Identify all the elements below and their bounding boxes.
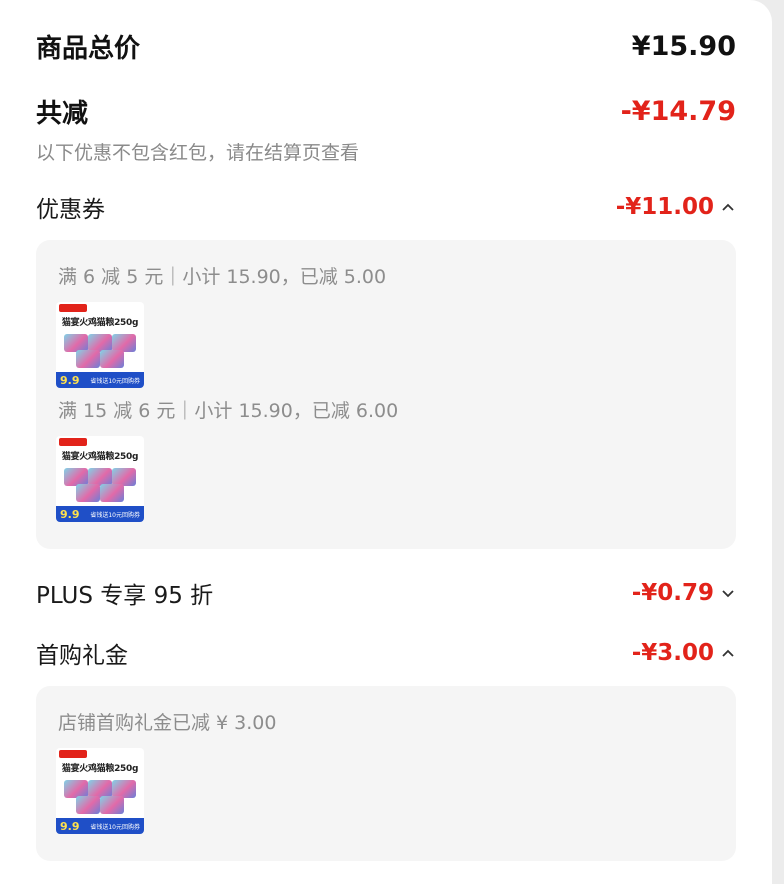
plus-amount-toggle[interactable]: -¥0.79 (632, 580, 736, 606)
chevron-down-icon[interactable] (720, 585, 736, 601)
coupon-group-title: 满 15 减 6 元｜小计 15.90，已减 6.00 (58, 400, 399, 422)
product-name: 猫宴火鸡猫粮250g (61, 764, 139, 774)
price-band: 9.9 省钱送10元回购券 (56, 506, 144, 522)
discount-detail-sheet: 商品总价 ¥15.90 共减 -¥14.79 以下优惠不包含红包，请在结算页查看… (0, 0, 772, 884)
coupon-amount: -¥11.00 (615, 194, 714, 220)
product-price: 9.9 (60, 374, 80, 387)
product-promo: 省钱送10元回购券 (90, 378, 140, 385)
product-name: 猫宴火鸡猫粮250g (61, 318, 139, 328)
total-discount-label: 共减 (36, 99, 89, 129)
product-thumbnail[interactable]: 猫宴火鸡猫粮250g 9.9 省钱送10元回购券 (56, 436, 144, 522)
coupon-amount-toggle[interactable]: -¥11.00 (616, 194, 736, 220)
product-bags-image (62, 332, 138, 370)
coupon-group-title: 满 6 减 5 元｜小计 15.90，已减 5.00 (58, 266, 387, 288)
first-purchase-amount: -¥3.00 (631, 640, 714, 666)
total-price-label: 商品总价 (36, 34, 141, 64)
promo-tag (59, 750, 87, 758)
discount-note: 以下优惠不包含红包，请在结算页查看 (36, 142, 360, 164)
first-purchase-row[interactable]: 首购礼金 -¥3.00 (36, 636, 736, 670)
total-price-amount: ¥15.90 (631, 31, 736, 62)
total-discount-amount: -¥14.79 (620, 96, 736, 127)
product-price: 9.9 (60, 820, 80, 833)
price-band: 9.9 省钱送10元回购券 (56, 818, 144, 834)
plus-discount-row[interactable]: PLUS 专享 95 折 -¥0.79 (36, 576, 736, 610)
product-bags-image (62, 466, 138, 504)
product-bags-image (62, 778, 138, 816)
first-purchase-label: 首购礼金 (36, 643, 128, 669)
chevron-up-icon[interactable] (720, 199, 736, 215)
first-purchase-amount-toggle[interactable]: -¥3.00 (632, 640, 736, 666)
product-thumbnail[interactable]: 猫宴火鸡猫粮250g 9.9 省钱送10元回购券 (56, 748, 144, 834)
price-band: 9.9 省钱送10元回购券 (56, 372, 144, 388)
plus-discount-label: PLUS 专享 95 折 (36, 583, 214, 609)
coupon-label: 优惠券 (36, 197, 105, 223)
promo-tag (59, 438, 87, 446)
total-price-row: 商品总价 ¥15.90 (36, 28, 736, 65)
product-promo: 省钱送10元回购券 (90, 512, 140, 519)
first-purchase-detail: 店铺首购礼金已减 ¥ 3.00 (58, 712, 277, 734)
product-promo: 省钱送10元回购券 (90, 824, 140, 831)
coupon-row[interactable]: 优惠券 -¥11.00 (36, 190, 736, 224)
total-discount-row: 共减 -¥14.79 (36, 93, 736, 130)
product-name: 猫宴火鸡猫粮250g (61, 452, 139, 462)
first-purchase-detail-panel: 店铺首购礼金已减 ¥ 3.00 猫宴火鸡猫粮250g 9.9 省钱送10元回购券 (36, 686, 736, 861)
chevron-up-icon[interactable] (720, 645, 736, 661)
product-thumbnail[interactable]: 猫宴火鸡猫粮250g 9.9 省钱送10元回购券 (56, 302, 144, 388)
plus-discount-amount: -¥0.79 (631, 580, 714, 606)
promo-tag (59, 304, 87, 312)
product-price: 9.9 (60, 508, 80, 521)
coupon-detail-panel: 满 6 减 5 元｜小计 15.90，已减 5.00 猫宴火鸡猫粮250g 9.… (36, 240, 736, 549)
